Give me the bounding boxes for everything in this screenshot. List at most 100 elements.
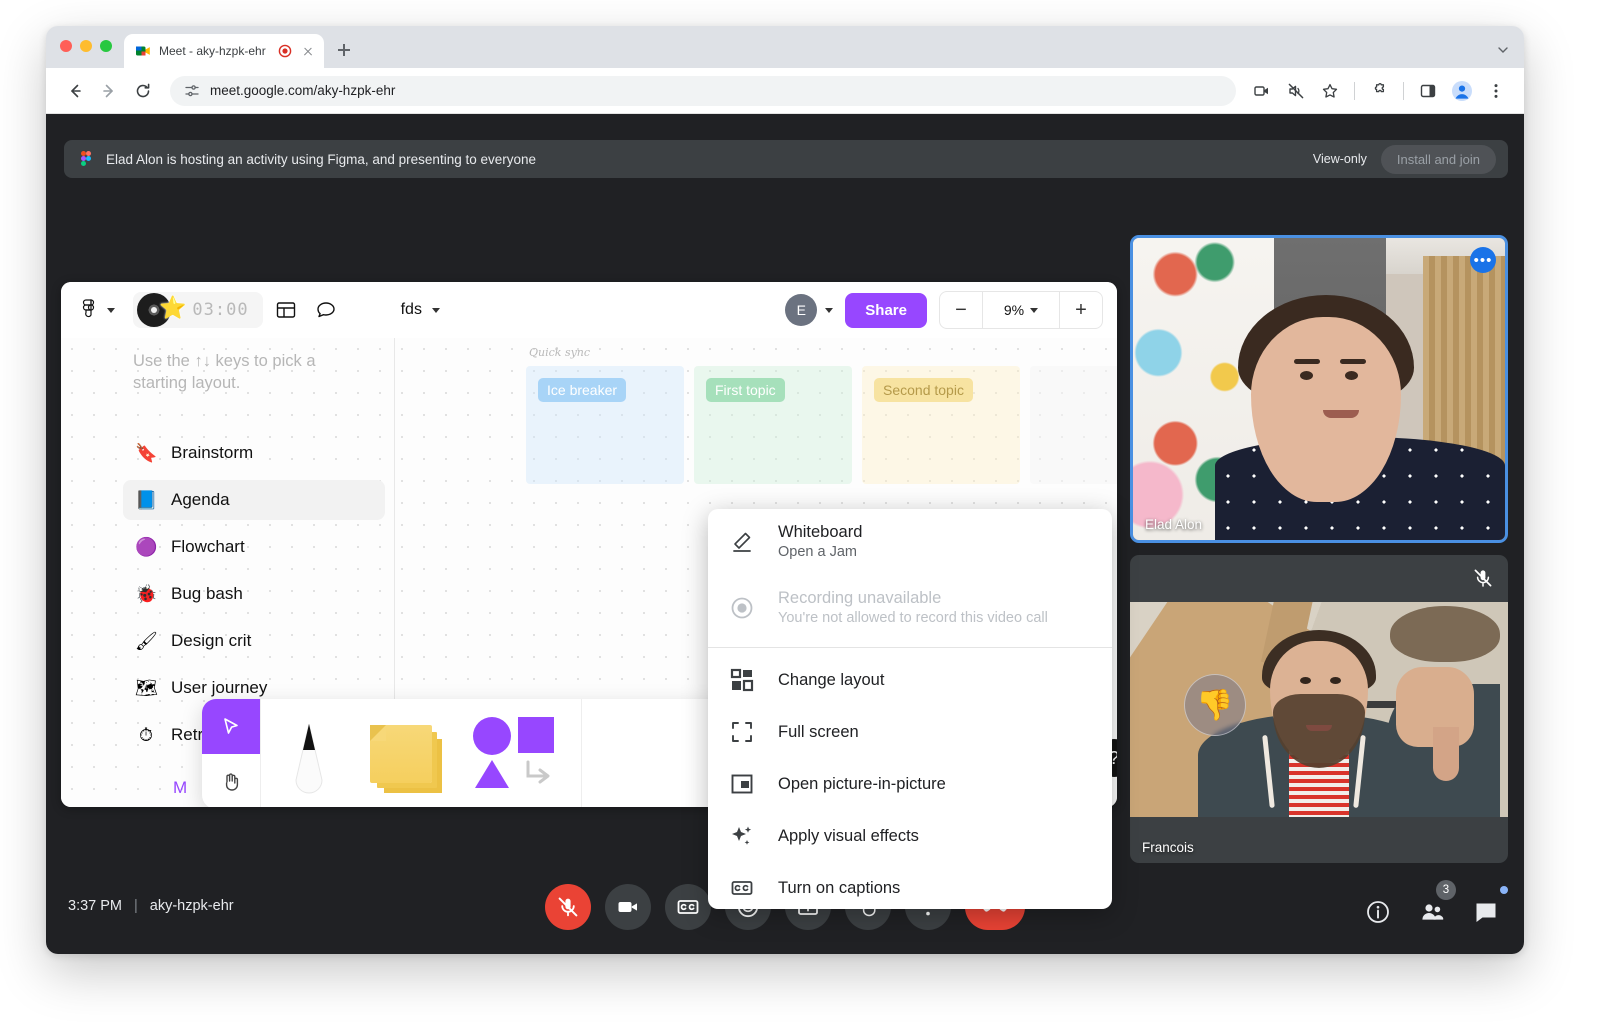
minimize-window-button[interactable] bbox=[80, 39, 92, 52]
avatar[interactable]: E bbox=[785, 294, 834, 326]
comment-bubble-icon[interactable] bbox=[309, 293, 343, 327]
menu-item-title: Apply visual effects bbox=[778, 826, 919, 845]
meeting-code: aky-hzpk-ehr bbox=[149, 898, 234, 914]
close-window-button[interactable] bbox=[60, 39, 72, 52]
layout-item-design-crit[interactable]: 🖌 Design crit bbox=[123, 621, 385, 661]
record-circle-icon bbox=[728, 595, 756, 621]
maximize-window-button[interactable] bbox=[100, 39, 112, 52]
figma-filename[interactable]: fds bbox=[401, 301, 440, 319]
zoom-level-text: 9% bbox=[1003, 302, 1025, 318]
panel-layout-icon[interactable] bbox=[269, 293, 303, 327]
zoom-level-display[interactable]: 9% bbox=[982, 292, 1060, 328]
participant-name: Elad Alon bbox=[1145, 517, 1203, 532]
layout-item-agenda[interactable]: 📘 Agenda bbox=[123, 480, 385, 520]
hand-icon[interactable] bbox=[202, 754, 260, 807]
menu-item-picture-in-picture[interactable]: Open picture-in-picture bbox=[708, 758, 1112, 810]
profile-icon[interactable] bbox=[1448, 77, 1476, 105]
cursor-icon[interactable] bbox=[202, 699, 260, 754]
zoom-controls: − 9% + bbox=[939, 291, 1103, 329]
layout-item-brainstorm[interactable]: 🔖 Brainstorm bbox=[123, 433, 385, 473]
sticky-note-icon[interactable] bbox=[370, 725, 432, 783]
menu-item-change-layout[interactable]: Change layout bbox=[708, 654, 1112, 706]
browser-window: Meet - aky-hzpk-ehr meet.google.com/aky-… bbox=[46, 26, 1524, 954]
layout-label: Brainstorm bbox=[171, 443, 254, 462]
record-icon[interactable] bbox=[278, 44, 292, 58]
agenda-icon: 📘 bbox=[135, 489, 158, 510]
filename-text: fds bbox=[400, 301, 422, 318]
bookmark-star-icon[interactable] bbox=[1316, 77, 1344, 105]
layout-hint-text: Use the ↑↓ keys to pick a starting layou… bbox=[133, 352, 316, 393]
chevron-down-icon[interactable] bbox=[1496, 43, 1510, 57]
window-traffic-lights[interactable] bbox=[60, 26, 112, 68]
more-options-icon[interactable]: ••• bbox=[1470, 247, 1496, 273]
mic-off-icon bbox=[1472, 567, 1494, 589]
camera-button[interactable] bbox=[605, 884, 651, 930]
column-chip[interactable]: Second topic bbox=[874, 378, 973, 402]
board-column-4[interactable] bbox=[1030, 366, 1117, 484]
new-tab-icon[interactable] bbox=[330, 36, 358, 64]
menu-item-full-screen[interactable]: Full screen bbox=[708, 706, 1112, 758]
layout-item-bug-bash[interactable]: 🐞 Bug bash bbox=[123, 574, 385, 614]
menu-item-captions[interactable]: Turn on captions bbox=[708, 862, 1112, 909]
captions-button[interactable] bbox=[665, 884, 711, 930]
separator: | bbox=[134, 898, 138, 914]
star-icon: ⭐ bbox=[159, 295, 187, 320]
column-chip[interactable]: First topic bbox=[706, 378, 785, 402]
board-column-3[interactable]: Second topic bbox=[862, 366, 1020, 484]
activity-banner: Elad Alon is hosting an activity using F… bbox=[64, 140, 1508, 178]
participant-video bbox=[1133, 238, 1505, 540]
address-bar[interactable]: meet.google.com/aky-hzpk-ehr bbox=[170, 75, 1236, 106]
participant-tile-elad-alon[interactable]: ••• Elad Alon bbox=[1130, 235, 1508, 543]
board-title: Quick sync bbox=[529, 346, 591, 359]
layout-label: Agenda bbox=[171, 490, 230, 509]
figma-toolbar-right: E Share − 9% + bbox=[785, 291, 1103, 329]
chevron-down-icon[interactable] bbox=[431, 307, 440, 313]
chat-icon[interactable] bbox=[1466, 886, 1508, 932]
figma-timer[interactable]: ⭐ 03:00 bbox=[133, 292, 263, 328]
column-chip[interactable]: Ice breaker bbox=[538, 378, 627, 402]
chevron-down-icon[interactable] bbox=[1030, 307, 1039, 313]
banner-text: Elad Alon is hosting an activity using F… bbox=[106, 151, 537, 167]
menu-item-recording: Recording unavailable You're not allowed… bbox=[708, 575, 1112, 641]
browser-tab[interactable]: Meet - aky-hzpk-ehr bbox=[124, 34, 324, 68]
install-and-join-button[interactable]: Install and join bbox=[1380, 144, 1496, 174]
pen-icon[interactable] bbox=[286, 714, 332, 794]
banner-actions: View-only Install and join bbox=[1313, 144, 1496, 174]
zoom-in-button[interactable]: + bbox=[1060, 292, 1102, 328]
close-icon[interactable] bbox=[300, 43, 316, 59]
extensions-icon[interactable] bbox=[1365, 77, 1393, 105]
flowchart-icon: 🟣 bbox=[135, 536, 158, 557]
figma-logo-icon[interactable] bbox=[75, 299, 121, 321]
menu-item-whiteboard[interactable]: Whiteboard Open a Jam bbox=[708, 509, 1112, 575]
change-layout-icon bbox=[728, 668, 756, 692]
people-count-badge: 3 bbox=[1436, 880, 1456, 900]
zoom-out-button[interactable]: − bbox=[940, 292, 982, 328]
shapes-icon[interactable] bbox=[470, 714, 556, 794]
chevron-down-icon[interactable] bbox=[107, 307, 115, 313]
sparkle-icon bbox=[728, 824, 756, 848]
meet-icon bbox=[135, 43, 151, 59]
layout-label: Flowchart bbox=[171, 537, 245, 556]
camera-icon[interactable] bbox=[1248, 77, 1276, 105]
side-panel-icon[interactable] bbox=[1414, 77, 1442, 105]
reaction-thumbs-down-icon: 👎 bbox=[1184, 674, 1246, 736]
chevron-down-icon[interactable] bbox=[825, 307, 834, 313]
bug-icon: 🐞 bbox=[135, 583, 158, 604]
forward-arrow-icon[interactable] bbox=[94, 76, 124, 106]
map-icon: 🗺 bbox=[135, 677, 158, 698]
more-layouts-link[interactable]: M bbox=[173, 778, 187, 798]
info-icon[interactable] bbox=[1358, 892, 1398, 932]
share-button[interactable]: Share bbox=[845, 292, 927, 328]
board-column-1[interactable]: Ice breaker bbox=[526, 366, 684, 484]
chrome-menu-icon[interactable] bbox=[1482, 77, 1510, 105]
menu-item-visual-effects[interactable]: Apply visual effects bbox=[708, 810, 1112, 862]
participant-tile-francois[interactable]: 👎 Francois bbox=[1130, 555, 1508, 863]
mute-site-icon[interactable] bbox=[1282, 77, 1310, 105]
people-icon[interactable]: 3 bbox=[1412, 880, 1456, 932]
microphone-off-button[interactable] bbox=[545, 884, 591, 930]
reload-icon[interactable] bbox=[128, 76, 158, 106]
back-arrow-icon[interactable] bbox=[60, 76, 90, 106]
layout-item-flowchart[interactable]: 🟣 Flowchart bbox=[123, 527, 385, 567]
tune-icon[interactable] bbox=[184, 83, 200, 99]
board-column-2[interactable]: First topic bbox=[694, 366, 852, 484]
